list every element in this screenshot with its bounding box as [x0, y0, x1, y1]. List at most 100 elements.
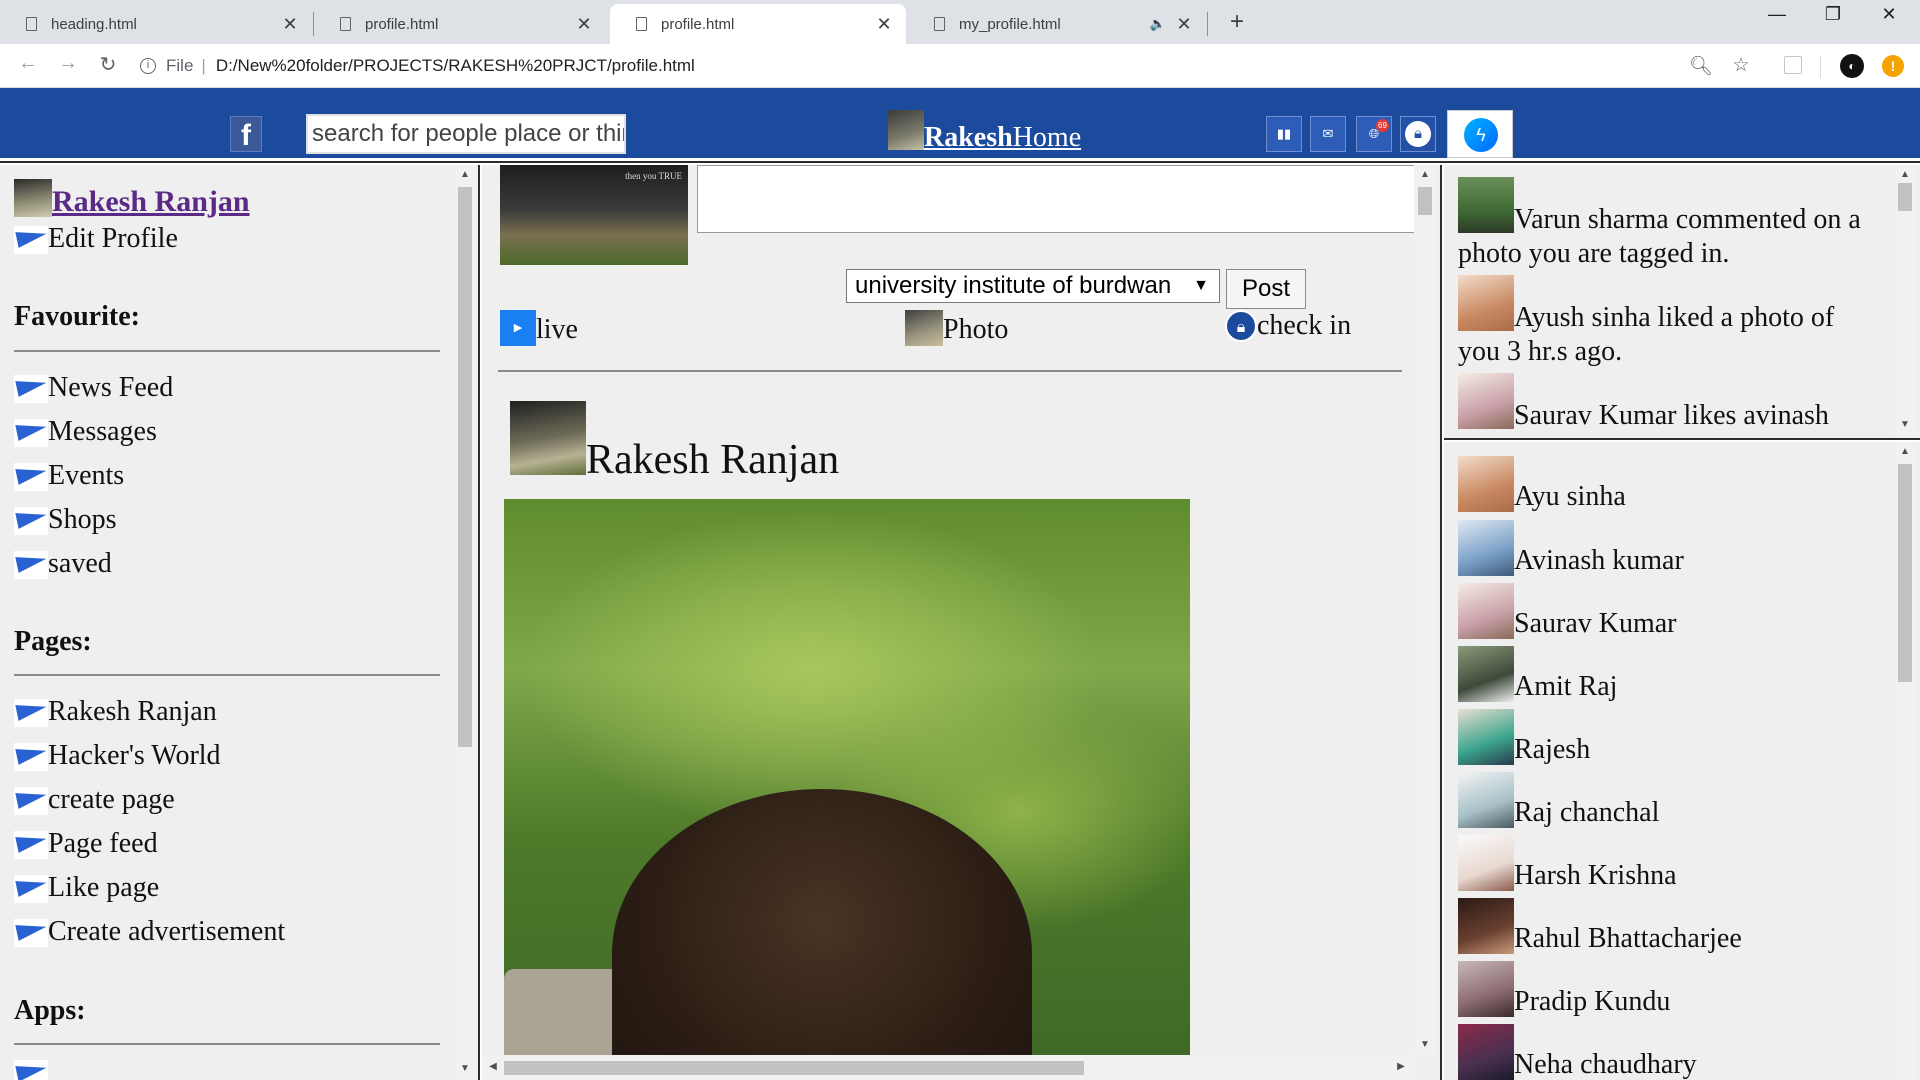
friend-avatar	[1458, 520, 1514, 576]
sidebar-item-hackers-world[interactable]: Hacker's World	[14, 741, 221, 771]
scroll-up-icon[interactable]: ▲	[1894, 169, 1916, 180]
messenger-button[interactable]: ϟ	[1447, 110, 1513, 158]
friends-scrollbar[interactable]: ▲	[1894, 442, 1916, 1080]
scrollbar-thumb[interactable]	[458, 187, 472, 747]
edit-profile-link[interactable]: Edit Profile	[14, 224, 178, 254]
center-vertical-scrollbar[interactable]: ▲ ▼	[1414, 165, 1436, 1055]
back-arrow-icon[interactable]: ←	[14, 52, 42, 75]
scroll-up-icon[interactable]: ▲	[1894, 446, 1916, 457]
close-icon[interactable]: ✕	[574, 14, 594, 35]
brand-rest: Home	[1012, 122, 1082, 153]
scroll-down-icon[interactable]: ▼	[454, 1063, 476, 1074]
arrow-icon	[14, 831, 48, 859]
close-window-button[interactable]: ✕	[1866, 4, 1912, 25]
sidebar-profile[interactable]: Rakesh Ranjan	[14, 179, 250, 217]
post-button[interactable]: Post	[1226, 269, 1306, 309]
sidebar-item-shops[interactable]: Shops	[14, 505, 116, 535]
friend-avatar	[1458, 1024, 1514, 1080]
friend-item[interactable]: Neha chaudhary	[1458, 1024, 1697, 1080]
friend-item[interactable]: Rajesh	[1458, 709, 1590, 765]
reload-icon[interactable]: ↻	[94, 52, 122, 77]
sidebar-item-messages[interactable]: Messages	[14, 417, 157, 447]
scrollbar-thumb[interactable]	[1898, 183, 1912, 211]
sidebar-item-news-feed[interactable]: News Feed	[14, 373, 173, 403]
privacy-lock-icon[interactable]: 🔒︎	[1400, 116, 1436, 152]
friend-item[interactable]: Ayu sinha	[1458, 456, 1626, 512]
search-input[interactable]	[306, 114, 626, 154]
sidebar-item-app[interactable]	[14, 1060, 48, 1080]
scroll-up-icon[interactable]: ▲	[454, 169, 476, 180]
audio-playing-icon[interactable]: 🔈	[1150, 16, 1166, 32]
friend-requests-icon[interactable]: ▮▮	[1266, 116, 1302, 152]
minimize-button[interactable]: —	[1754, 4, 1800, 25]
friend-item[interactable]: Amit Raj	[1458, 646, 1617, 702]
scrollbar-thumb[interactable]	[1898, 464, 1912, 682]
tab-profile[interactable]: profile.html ✕	[314, 4, 606, 44]
notification-item[interactable]: Varun sharma commented on a photo you ar…	[1458, 177, 1868, 271]
sidebar-item-events[interactable]: Events	[14, 461, 124, 491]
scrollbar-thumb[interactable]	[1418, 187, 1432, 215]
close-icon[interactable]: ✕	[1174, 14, 1194, 35]
scroll-up-icon[interactable]: ▲	[1414, 169, 1436, 180]
live-action[interactable]: ▶ live	[500, 310, 578, 346]
sidebar-item-page-feed[interactable]: Page feed	[14, 829, 158, 859]
brand-bold: Rakesh	[924, 122, 1013, 153]
arrow-icon	[14, 463, 48, 491]
tab-heading[interactable]: heading.html ✕	[0, 4, 312, 44]
scroll-left-icon[interactable]: ◀	[482, 1061, 504, 1072]
scroll-right-icon[interactable]: ▶	[1390, 1061, 1412, 1072]
friend-name: Pradip Kundu	[1514, 986, 1671, 1017]
sidebar-item-create-ad[interactable]: Create advertisement	[14, 917, 285, 947]
sidebar-item-label: Messages	[48, 416, 157, 447]
facebook-logo-icon[interactable]: f	[230, 116, 262, 152]
sidebar-item-page-rakesh[interactable]: Rakesh Ranjan	[14, 697, 217, 727]
friend-item[interactable]: Harsh Krishna	[1458, 835, 1677, 891]
url-text[interactable]: D:/New%20folder/PROJECTS/RAKESH%20PRJCT/…	[216, 56, 695, 76]
live-label: live	[536, 314, 578, 345]
info-icon[interactable]: i	[140, 58, 156, 74]
notification-item[interactable]: Saurav Kumar likes avinash	[1458, 373, 1868, 433]
extension-icon[interactable]	[1784, 56, 1802, 74]
profile-name-link[interactable]: Rakesh Ranjan	[52, 187, 250, 217]
post-photo[interactable]	[504, 499, 1190, 1067]
friend-item[interactable]: Rahul Bhattacharjee	[1458, 898, 1742, 954]
maximize-button[interactable]: ❐	[1810, 4, 1856, 25]
photo-action[interactable]: Photo	[905, 310, 1008, 346]
checkin-action[interactable]: 🔒︎ check in	[1225, 310, 1351, 342]
place-select[interactable]: university institute of burdwan ▼	[846, 269, 1220, 303]
friend-item[interactable]: Pradip Kundu	[1458, 961, 1670, 1017]
profile-avatar[interactable]: ◐	[1840, 54, 1864, 78]
notification-item[interactable]: Ayush sinha liked a photo of you 3 hr.s …	[1458, 275, 1868, 369]
scroll-down-icon[interactable]: ▼	[1414, 1039, 1436, 1050]
tab-my-profile[interactable]: my_profile.html 🔈 ✕	[908, 4, 1206, 44]
scroll-down-icon[interactable]: ▼	[1894, 419, 1916, 430]
close-icon[interactable]: ✕	[280, 14, 300, 35]
left-scrollbar[interactable]: ▲ ▼	[454, 165, 476, 1080]
new-tab-button[interactable]: +	[1222, 8, 1252, 36]
tab-profile-active[interactable]: profile.html ✕	[610, 4, 906, 44]
brand[interactable]: RakeshHome	[888, 110, 1081, 153]
close-icon[interactable]: ✕	[874, 14, 894, 35]
address-bar[interactable]: i File | D:/New%20folder/PROJECTS/RAKESH…	[140, 50, 1760, 82]
friend-item[interactable]: Raj chanchal	[1458, 772, 1659, 828]
zoom-icon[interactable]: 🔍︎	[1688, 54, 1714, 78]
sidebar-item-create-page[interactable]: create page	[14, 785, 175, 815]
friend-item[interactable]: Avinash kumar	[1458, 520, 1684, 576]
update-alert-icon[interactable]: !	[1882, 55, 1904, 77]
sidebar-item-like-page[interactable]: Like page	[14, 873, 159, 903]
section-divider	[14, 674, 440, 676]
post-textarea[interactable]	[697, 165, 1417, 233]
center-horizontal-scrollbar[interactable]: ◀ ▶	[482, 1055, 1414, 1080]
composer-divider	[498, 370, 1402, 372]
notifications-globe-icon[interactable]: 🌐︎ 69	[1356, 116, 1392, 152]
scrollbar-thumb[interactable]	[504, 1061, 1084, 1075]
bookmark-star-icon[interactable]: ☆	[1728, 54, 1754, 77]
sidebar-item-saved[interactable]: saved	[14, 549, 112, 579]
home-link[interactable]: RakeshHome	[924, 123, 1081, 153]
friend-item[interactable]: Saurav Kumar	[1458, 583, 1677, 639]
notifications-scrollbar[interactable]: ▲ ▼	[1894, 165, 1916, 438]
post-author[interactable]: Rakesh Ranjan	[510, 401, 839, 481]
messages-icon[interactable]: ✉	[1310, 116, 1346, 152]
forward-arrow-icon[interactable]: →	[54, 52, 82, 75]
notification-count-badge: 69	[1376, 119, 1389, 132]
